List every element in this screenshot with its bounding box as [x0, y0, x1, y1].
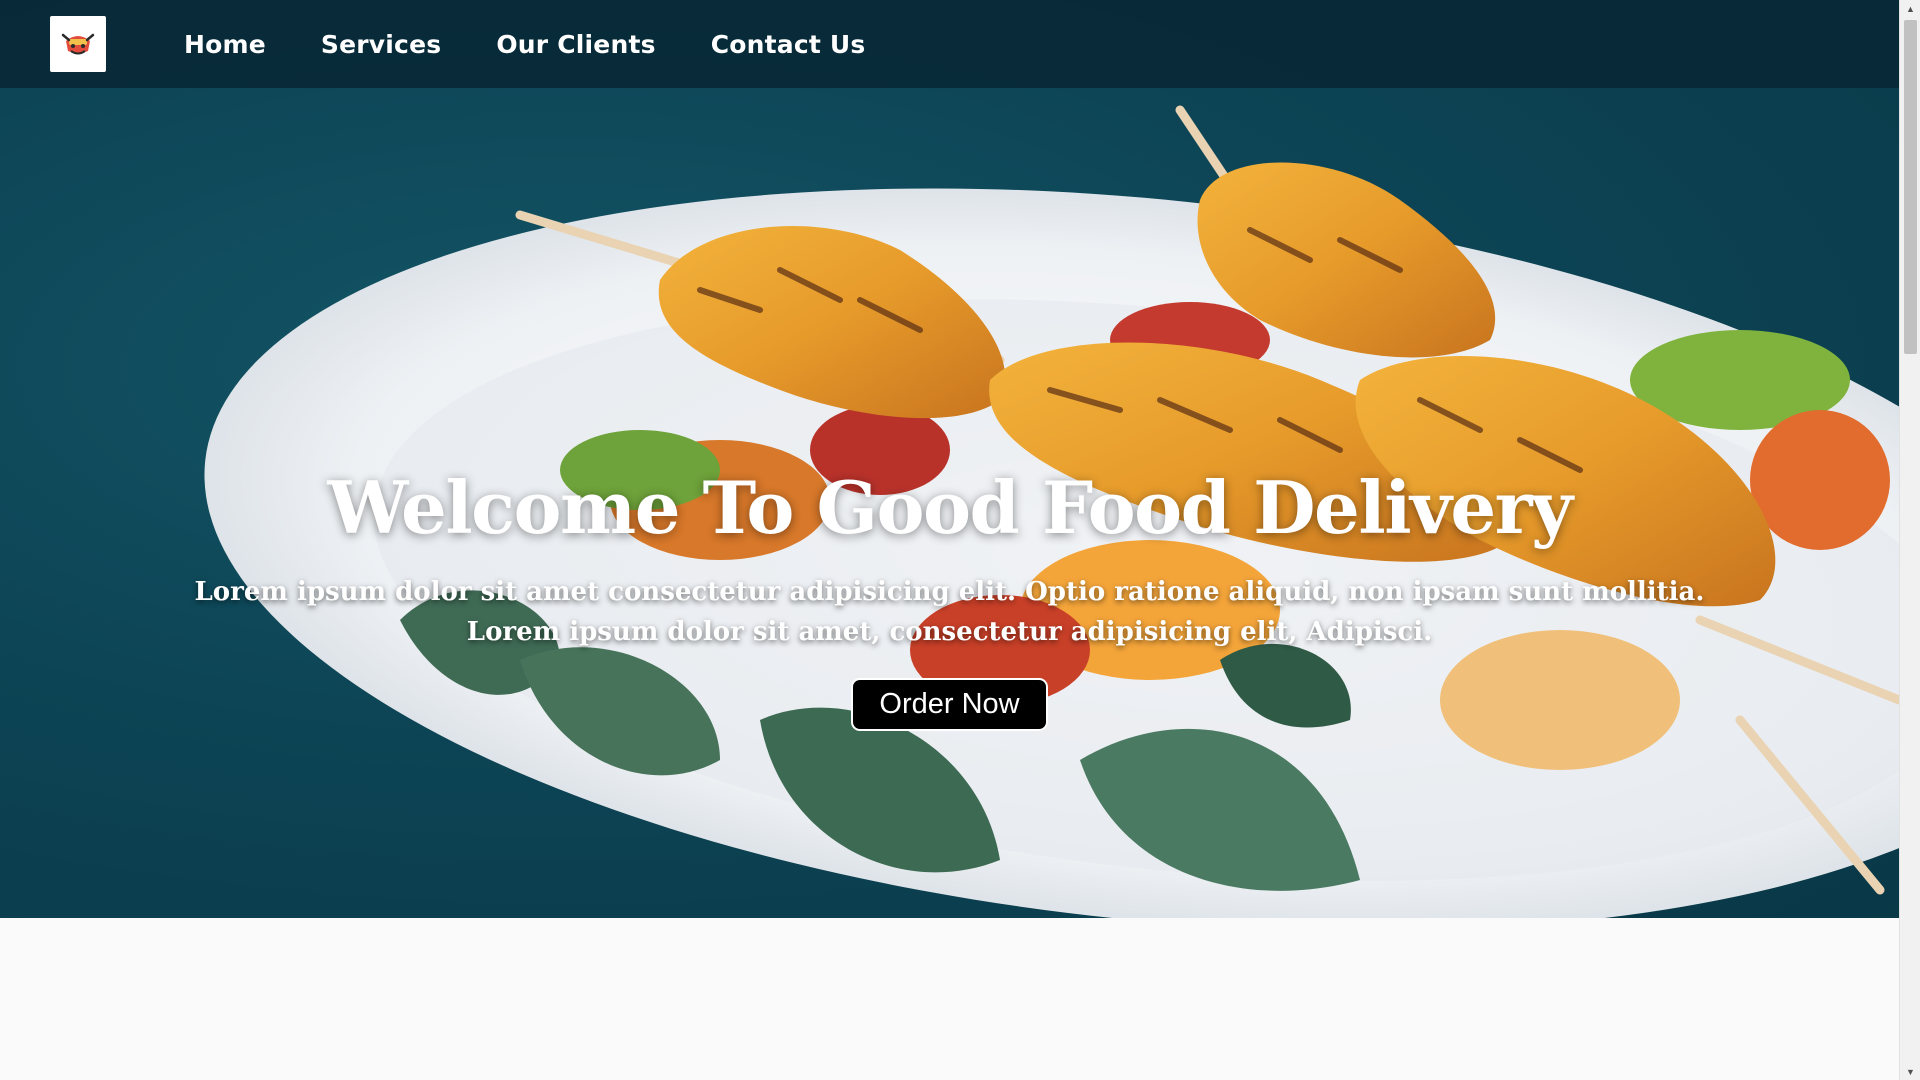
nav-link-contact-us[interactable]: Contact Us	[711, 30, 866, 59]
hero-title: Welcome To Good Food Delivery	[327, 465, 1573, 550]
hero-section: Home Services Our Clients Contact Us Wel…	[0, 0, 1899, 918]
nav-links: Home Services Our Clients Contact Us	[184, 0, 865, 88]
nav-link-home[interactable]: Home	[184, 30, 266, 59]
nav-link-our-clients[interactable]: Our Clients	[496, 30, 655, 59]
hero-background-image	[204, 105, 1899, 918]
navbar: Home Services Our Clients Contact Us	[0, 0, 1899, 88]
logo[interactable]	[50, 16, 106, 72]
hero-subtitle-line-2: Lorem ipsum dolor sit amet, consectetur …	[466, 617, 1433, 647]
scrollbar-thumb[interactable]	[1904, 20, 1917, 354]
vertical-scrollbar[interactable]: ▲ ▼	[1899, 0, 1920, 1080]
hero-subtitle-line-1: Lorem ipsum dolor sit amet consectetur a…	[194, 577, 1705, 607]
hero-content: Welcome To Good Food Delivery Lorem ipsu…	[0, 460, 1899, 731]
order-now-button[interactable]: Order Now	[851, 678, 1048, 731]
nav-link-services[interactable]: Services	[321, 30, 441, 59]
hero-subtitle: Lorem ipsum dolor sit amet consectetur a…	[0, 572, 1899, 652]
scroll-up-arrow-icon[interactable]: ▲	[1900, 0, 1920, 17]
scroll-down-arrow-icon[interactable]: ▼	[1900, 1063, 1920, 1080]
page-viewport: Home Services Our Clients Contact Us Wel…	[0, 0, 1899, 1080]
chef-logo-icon	[61, 33, 95, 55]
